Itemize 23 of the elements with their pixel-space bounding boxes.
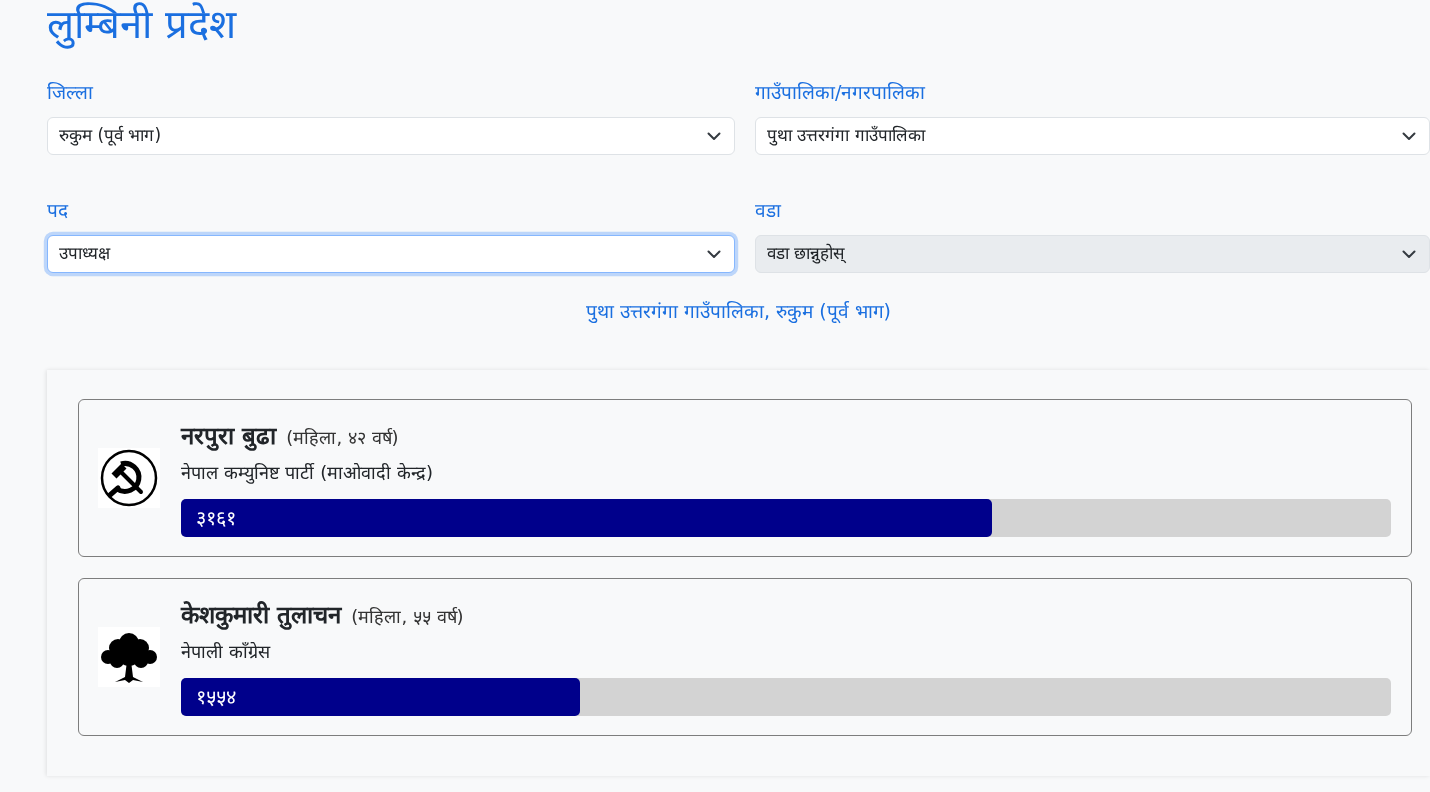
field-label: गाउँपालिका/नगरपालिका <box>755 80 927 105</box>
candidate-details: (महिला, ५५ वर्ष) <box>351 605 464 629</box>
field-label: वडा <box>755 198 782 223</box>
candidate-details: (महिला, ४२ वर्ष) <box>286 426 399 450</box>
dropdown-select[interactable]: रुकुम (पूर्व भाग) <box>47 117 735 155</box>
chevron-down-icon <box>1402 248 1416 260</box>
party-name: नेपाल कम्युनिष्ट पार्टी (माओवादी केन्द्र) <box>181 461 434 486</box>
hammer-sickle-icon <box>98 448 160 508</box>
party-name: नेपाली काँग्रेस <box>181 640 272 664</box>
dropdown-select[interactable]: उपाध्यक्ष <box>47 235 735 273</box>
chevron-down-icon <box>707 130 721 142</box>
dropdown-select[interactable]: पुथा उत्तरगंगा गाउँपालिका <box>755 117 1430 155</box>
vote-count: १५५४ <box>196 684 236 711</box>
vote-count: ३१६१ <box>196 505 236 532</box>
location-summary: पुथा उत्तरगंगा गाउँपालिका, रुकुम (पूर्व भाग) <box>585 300 892 322</box>
chevron-down-icon <box>707 248 721 260</box>
candidate-name: नरपुरा बुढा <box>181 421 277 453</box>
chevron-down-icon <box>1402 130 1416 142</box>
candidate-name: केशकुमारी तुलाचन <box>181 600 342 632</box>
tree-icon <box>98 627 160 687</box>
page-title: लुम्बिनी प्रदेश <box>47 0 238 48</box>
field-label: पद <box>47 198 70 223</box>
field-label: जिल्ला <box>47 80 94 105</box>
